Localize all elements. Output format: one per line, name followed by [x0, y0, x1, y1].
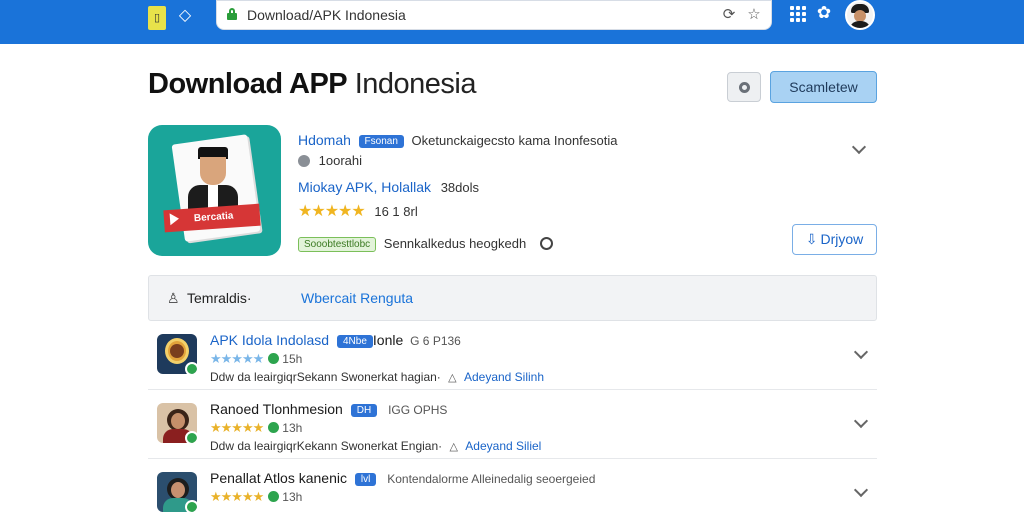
app-icon[interactable]: [157, 472, 197, 512]
featured-title[interactable]: Hdomah: [298, 132, 351, 148]
developer-icon: △: [449, 441, 458, 453]
list-item[interactable]: APK Idola Indolasd 4Nbe Ionle G 6 P136 ★★…: [148, 322, 877, 390]
featured-status-badge: Sooobtesttlobc: [298, 237, 377, 252]
list-item-title[interactable]: APK Idola Indolasd: [210, 332, 329, 348]
address-bar[interactable]: Download/APK Indonesia ⟳ ☆: [216, 0, 772, 30]
featured-tagline: Oketunckaigecsto kama Inonfesotia: [411, 133, 618, 148]
featured-status-text: Sennkalkedus heogkedh: [383, 236, 527, 251]
list-item-stars: ★★★★★: [210, 489, 264, 504]
list-item-desc: Ddw da leairgiqrKekann Swonerkat Engian·: [210, 439, 443, 453]
play-icon: [169, 212, 180, 226]
tab-link[interactable]: Wbercait Renguta: [301, 290, 413, 306]
rating-stars: ★★★★★: [298, 203, 366, 220]
list-item-title-row: Ranoed Tlonhmesion DH IGG OPHS: [210, 401, 447, 417]
bookmark-icon[interactable]: ▯: [148, 6, 166, 30]
download-button-label: Drjyow: [820, 231, 864, 247]
list-item-badge-tail: Ionle: [372, 332, 404, 348]
featured-rating-text: 16 1 8rl: [374, 204, 418, 219]
verified-icon: [268, 491, 280, 502]
app-icon[interactable]: [157, 334, 197, 374]
list-item[interactable]: Penallat Atlos kanenic lvl Kontendalorme…: [148, 460, 877, 528]
user-avatar[interactable]: [845, 0, 875, 30]
list-item-title[interactable]: Penallat Atlos kanenic: [210, 470, 347, 486]
featured-badge: Fsonan: [358, 135, 404, 148]
list-item-desc-row: Ddw da leairgiqrSekann Swonerkat hagian·…: [210, 370, 544, 384]
list-item-stars: ★★★★★: [210, 420, 264, 435]
clock-icon: [539, 237, 553, 250]
featured-subtitle-meta: 38dols: [440, 180, 479, 195]
list-item-developer[interactable]: Adeyand Siliel: [465, 439, 541, 453]
tab-label[interactable]: Temraldis·: [187, 290, 252, 306]
featured-status-row: Sooobtesttlobc Sennkalkedus heogkedh: [298, 236, 553, 252]
list-item-title-row: APK Idola Indolasd 4Nbe Ionle G 6 P136: [210, 332, 461, 348]
list-item-meta: IGG OPHS: [388, 403, 448, 417]
app-icon[interactable]: [157, 403, 197, 443]
search-button[interactable]: Scamletew: [770, 71, 877, 103]
list-item-desc: Ddw da leairgiqrSekann Swonerkat hagian·: [210, 370, 441, 384]
star-icon[interactable]: ☆: [745, 6, 763, 24]
list-item-desc-row: Ddw da leairgiqrKekann Swonerkat Engian·…: [210, 439, 541, 453]
list-item-rating: ★★★★★ 13h: [210, 420, 302, 436]
featured-rating-row: ★★★★★ 16 1 8rl: [298, 201, 418, 221]
settings-icon[interactable]: ✿: [814, 3, 834, 23]
page-title-bold: Download APP: [148, 68, 348, 100]
download-icon: ⇩: [805, 231, 818, 247]
page-title-light: Indonesia: [354, 68, 477, 100]
chevron-down-icon[interactable]: [853, 413, 869, 429]
list-item-badge: DH: [350, 404, 378, 417]
featured-subline: 1oorahi: [318, 153, 362, 168]
featured-app-icon[interactable]: Bercatia: [148, 125, 281, 256]
extension-diamond-icon[interactable]: ◇: [175, 6, 195, 26]
list-item-count: 13h: [282, 421, 303, 435]
featured-subtitle[interactable]: Miokay APK, Holallak: [298, 179, 431, 195]
page-title: Download APP Indonesia: [148, 68, 477, 101]
list-item-developer[interactable]: Adeyand Silinh: [464, 370, 544, 384]
list-item-title[interactable]: Ranoed Tlonhmesion: [210, 401, 343, 417]
url-text[interactable]: Download/APK Indonesia: [247, 7, 406, 23]
info-icon: [298, 155, 310, 167]
list-item[interactable]: Ranoed Tlonhmesion DH IGG OPHS ★★★★★ 13h …: [148, 391, 877, 459]
list-item-rating: ★★★★★ 15h: [210, 351, 302, 367]
lock-icon: [227, 8, 237, 20]
search-icon-button[interactable]: [727, 72, 761, 102]
search-icon: [739, 82, 750, 93]
list-item-stars: ★★★★★: [210, 351, 264, 366]
list-item-meta: Kontendalorme Alleinedalig seoergeied: [387, 472, 596, 486]
verified-icon: [268, 353, 280, 364]
featured-subline-row: 1oorahi: [298, 153, 362, 168]
download-button[interactable]: ⇩ Drjyow: [792, 224, 877, 255]
list-item-count: 13h: [282, 490, 303, 504]
featured-subtitle-row: Miokay APK, Holallak 38dols: [298, 179, 479, 195]
verified-icon: [268, 422, 280, 433]
category-tab-strip: ♙ Temraldis· Wbercait Renguta: [148, 275, 877, 321]
developer-icon: △: [448, 372, 457, 384]
apps-grid-icon[interactable]: [790, 6, 806, 22]
featured-title-row: Hdomah Fsonan Oketunckaigecsto kama Inon…: [298, 132, 617, 148]
user-icon: ♙: [167, 290, 180, 306]
list-item-count: 15h: [282, 352, 303, 366]
chevron-down-icon[interactable]: [853, 344, 869, 360]
list-item-badge: lvl: [354, 473, 377, 486]
chevron-down-icon[interactable]: [853, 482, 869, 498]
browser-toolbar: ▯ ◇ Download/APK Indonesia ⟳ ☆ ✿: [0, 0, 1024, 44]
refresh-icon[interactable]: ⟳: [720, 6, 738, 24]
list-item-rating: ★★★★★ 13h: [210, 489, 302, 505]
list-item-badge: 4Nbe: [336, 335, 373, 348]
list-item-meta: G 6 P136: [410, 334, 461, 348]
list-item-title-row: Penallat Atlos kanenic lvl Kontendalorme…: [210, 470, 595, 486]
chevron-down-icon[interactable]: [851, 139, 867, 155]
